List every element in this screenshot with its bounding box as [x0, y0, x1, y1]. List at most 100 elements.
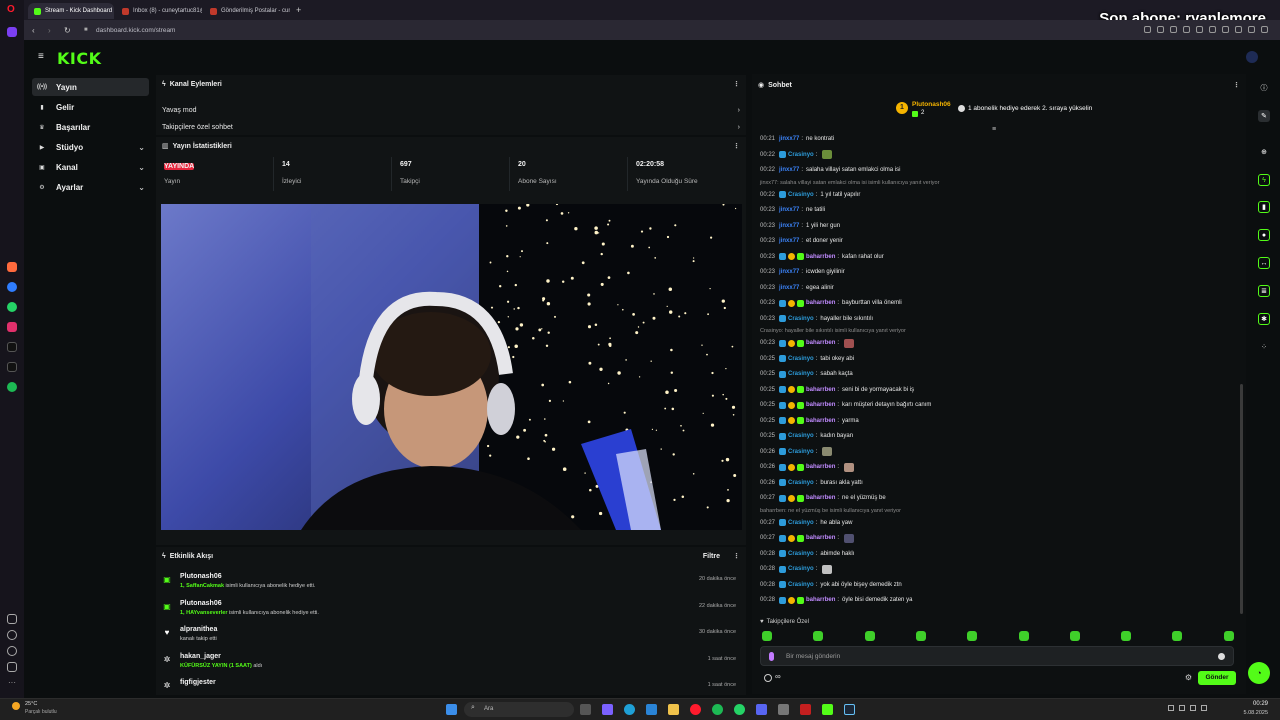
- browser-tab-2[interactable]: Gönderilmiş Postalar - cun...: [204, 3, 290, 19]
- quick-emote-icon[interactable]: [915, 631, 926, 641]
- more-options-icon[interactable]: ⋮: [733, 552, 740, 560]
- spotify-icon[interactable]: [712, 704, 723, 715]
- chat-message[interactable]: 00:25 baharrben: seni bi de yormayacak bi …: [760, 383, 914, 397]
- chat-input[interactable]: Bir mesaj gönderin: [786, 653, 840, 660]
- tool-icon[interactable]: ✱: [1258, 313, 1270, 325]
- message-username[interactable]: baharrben: [806, 340, 835, 346]
- chat-input-box[interactable]: Bir mesaj gönderin: [760, 646, 1234, 666]
- chat-message[interactable]: 00:26 Crasinyo: burası akla yattı: [760, 476, 863, 490]
- message-username[interactable]: baharrben: [806, 387, 835, 393]
- browser-tab-0[interactable]: Stream - Kick Dashboard: [28, 3, 114, 19]
- share-icon[interactable]: ⁘: [1258, 341, 1270, 353]
- forward-icon[interactable]: ›: [48, 26, 51, 35]
- chat-message[interactable]: 00:23 jinxx77: icwden giyilinir: [760, 265, 845, 279]
- hamburger-menu-icon[interactable]: ≡: [38, 52, 44, 62]
- chat-message[interactable]: 00:27 baharrben: ne el yüzmüş be: [760, 491, 886, 505]
- avatar[interactable]: [1246, 51, 1258, 63]
- more-options-icon[interactable]: ⋮: [733, 80, 740, 88]
- chat-message[interactable]: 00:22 Crasinyo:1 yıl tatil yapılır: [760, 188, 860, 202]
- copilot-icon[interactable]: [602, 704, 613, 715]
- chat-message[interactable]: 00:28 Crasinyo: abimde haklı: [760, 547, 854, 561]
- app-icon[interactable]: [800, 704, 811, 715]
- message-username[interactable]: baharrben: [806, 402, 835, 408]
- chat-message[interactable]: 00:23 baharrben: bayburttan villa önemli: [760, 296, 902, 310]
- message-username[interactable]: Crasinyo: [788, 449, 814, 455]
- quick-emote-icon[interactable]: [967, 631, 978, 641]
- filter-button[interactable]: Filtre: [703, 553, 720, 560]
- lightning-icon[interactable]: ϟ: [1258, 174, 1270, 186]
- clock-date[interactable]: 5.08.2025: [1244, 710, 1268, 716]
- message-username[interactable]: Crasinyo: [788, 480, 814, 486]
- kick-logo[interactable]: KICK: [57, 49, 102, 68]
- quick-emote-icon[interactable]: [813, 631, 824, 641]
- taskbar-search[interactable]: ⌕ Ara: [464, 702, 574, 717]
- points-icon[interactable]: [764, 674, 772, 682]
- quick-emote-icon[interactable]: [1069, 631, 1080, 641]
- quick-emote-icon[interactable]: [1172, 631, 1183, 641]
- activity-item[interactable]: ✲ hakan_jager KÜFÜRSÜZ YAYIN (1 SAAT) aldı…: [156, 650, 742, 676]
- opera-logo-icon[interactable]: O: [7, 5, 17, 15]
- more-options-icon[interactable]: ⋮: [733, 142, 740, 150]
- document-icon[interactable]: ▮: [1258, 201, 1270, 213]
- chat-message[interactable]: 00:26 baharrben:: [760, 460, 855, 474]
- message-username[interactable]: jinxx77: [779, 285, 799, 291]
- reload-icon[interactable]: ↻: [64, 26, 71, 35]
- chat-message[interactable]: 00:23 jinxx77: ne tatili: [760, 203, 825, 217]
- microphone-icon[interactable]: [769, 652, 774, 661]
- system-tray[interactable]: [1168, 705, 1207, 711]
- quick-emote-icon[interactable]: [762, 631, 772, 641]
- url-text[interactable]: dashboard.kick.com/stream: [96, 27, 175, 34]
- whatsapp-icon[interactable]: [7, 302, 17, 312]
- discord-icon[interactable]: [756, 704, 767, 715]
- message-username[interactable]: Crasinyo: [788, 371, 814, 377]
- message-username[interactable]: Crasinyo: [788, 433, 814, 439]
- chat-message[interactable]: 00:22 Crasinyo:: [760, 148, 833, 162]
- activity-item[interactable]: ▣ Plutonash06 1, SaffanCakmak isimli kulla…: [156, 570, 742, 596]
- chat-message[interactable]: 00:25 Crasinyo: kadın bayan: [760, 429, 853, 443]
- chat-message[interactable]: 00:23 jinxx77:1 yili her gun: [760, 219, 840, 233]
- nav-item-1[interactable]: ▮ Gelir: [32, 98, 149, 116]
- chat-message[interactable]: 00:23 Crasinyo: hayaller bile sıkıntılı: [760, 312, 873, 326]
- nav-item-5[interactable]: ⚙ Ayarlar ⌄: [32, 178, 149, 196]
- chat-message[interactable]: 00:25 Crasinyo: sabah kaçta: [760, 367, 853, 381]
- activity-user[interactable]: Plutonash06: [180, 573, 222, 580]
- message-username[interactable]: Crasinyo: [788, 551, 814, 557]
- message-username[interactable]: baharrben: [806, 597, 835, 603]
- aria-icon[interactable]: [7, 262, 17, 272]
- chat-message[interactable]: 00:27 Crasinyo: he abla yaw: [760, 516, 852, 530]
- quick-emote-icon[interactable]: [1223, 631, 1234, 641]
- more-icon[interactable]: ···: [7, 679, 17, 690]
- activity-user[interactable]: Plutonash06: [180, 600, 222, 607]
- tiktok-icon[interactable]: [7, 342, 17, 352]
- apps-icon[interactable]: [7, 614, 17, 624]
- weather-icon[interactable]: [12, 702, 20, 710]
- spotify-icon[interactable]: [7, 382, 17, 392]
- activity-user[interactable]: figfigjester: [180, 679, 216, 686]
- activity-user[interactable]: hakan_jager: [180, 653, 221, 660]
- message-username[interactable]: jinxx77: [779, 238, 799, 244]
- message-username[interactable]: jinxx77: [779, 167, 799, 173]
- message-username[interactable]: jinxx77: [779, 136, 799, 142]
- chat-message[interactable]: 00:23 baharrben:: [760, 336, 855, 350]
- message-username[interactable]: Crasinyo: [788, 316, 814, 322]
- whatsapp-icon[interactable]: [734, 704, 745, 715]
- activity-user[interactable]: alpranithea: [180, 626, 217, 633]
- send-button[interactable]: Gönder: [1198, 671, 1236, 685]
- chat-message[interactable]: 00:26 Crasinyo:: [760, 445, 833, 459]
- message-username[interactable]: Crasinyo: [788, 152, 814, 158]
- chat-message[interactable]: 00:28 Crasinyo: yok abi öyle bişey demedik…: [760, 578, 902, 592]
- store-icon[interactable]: [646, 704, 657, 715]
- message-username[interactable]: Crasinyo: [788, 356, 814, 362]
- instagram-icon[interactable]: [7, 322, 17, 332]
- nav-item-4[interactable]: ▣ Kanal ⌄: [32, 158, 149, 176]
- stack-icon[interactable]: ≣: [1258, 285, 1270, 297]
- message-username[interactable]: baharrben: [806, 300, 835, 306]
- quick-emote-icon[interactable]: [1121, 631, 1132, 641]
- quick-emote-icon[interactable]: [864, 631, 875, 641]
- chat-message[interactable]: 00:22 jinxx77: salaha villayi satan emlakc…: [760, 163, 900, 177]
- activity-item[interactable]: ✲ figfigjester 1 saat önce: [156, 676, 742, 695]
- support-chat-icon[interactable]: ◔: [1248, 662, 1270, 684]
- chat-message[interactable]: 00:25 baharrben: yarma: [760, 414, 859, 428]
- back-icon[interactable]: ‹: [32, 26, 35, 35]
- chat-message[interactable]: 00:23 jinxx77: egea alinir: [760, 281, 834, 295]
